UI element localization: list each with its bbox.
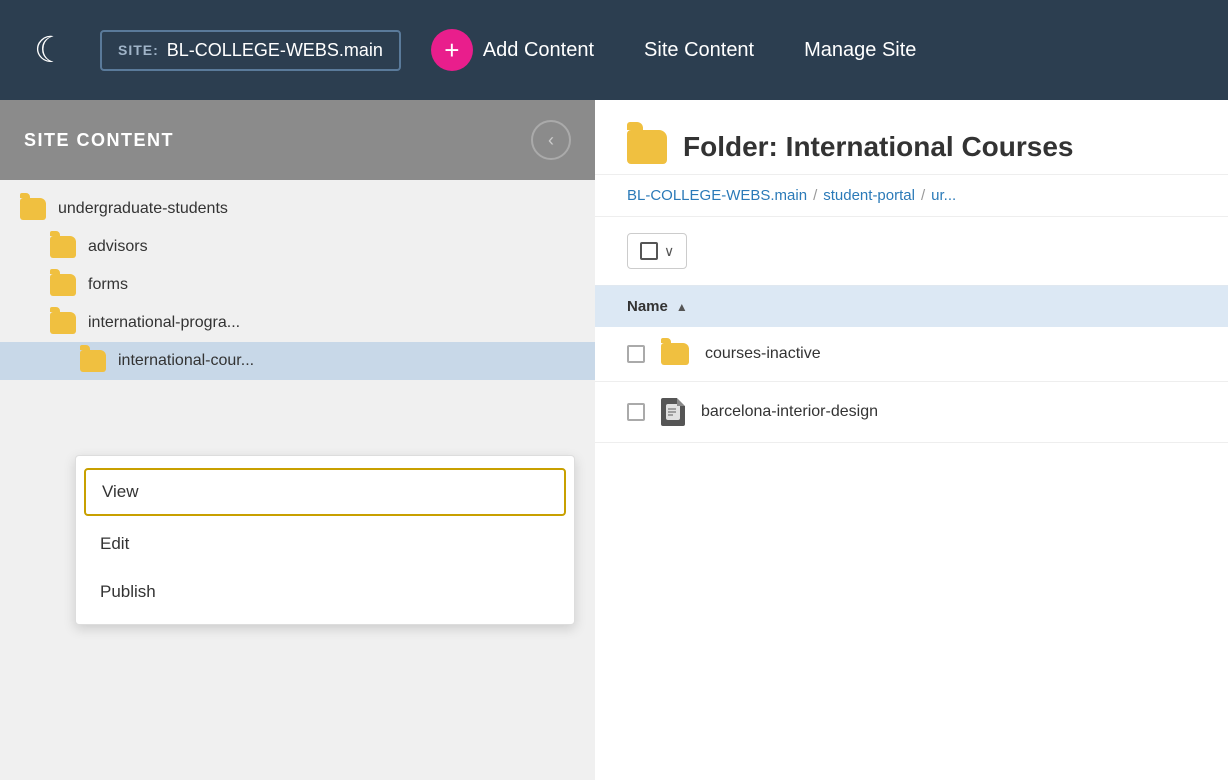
tree-item-advisors[interactable]: advisors xyxy=(0,228,595,266)
tree-item-label: forms xyxy=(88,276,128,294)
context-menu-view[interactable]: View xyxy=(84,468,566,516)
breadcrumb-root[interactable]: BL-COLLEGE-WEBS.main xyxy=(627,187,807,204)
logo: ☽ xyxy=(20,20,80,80)
sidebar-title: SITE CONTENT xyxy=(24,130,174,151)
folder-icon xyxy=(50,236,76,258)
sidebar-header: SITE CONTENT ‹ xyxy=(0,100,595,180)
folder-header: Folder: International Courses xyxy=(595,100,1228,175)
row-name: barcelona-interior-design xyxy=(701,403,878,421)
select-all-dropdown[interactable]: ∨ xyxy=(627,233,687,269)
main-area: SITE CONTENT ‹ undergraduate-students ad… xyxy=(0,100,1228,780)
context-menu-publish[interactable]: Publish xyxy=(76,568,574,616)
row-folder-icon xyxy=(661,343,689,365)
breadcrumb-current: ur... xyxy=(931,187,956,204)
row-checkbox[interactable] xyxy=(627,345,645,363)
tree-item-label: undergraduate-students xyxy=(58,200,228,218)
folder-icon xyxy=(50,274,76,296)
table-row[interactable]: courses-inactive xyxy=(595,327,1228,382)
folder-title: Folder: International Courses xyxy=(683,131,1074,163)
tree-item-label: international-progra... xyxy=(88,314,240,332)
breadcrumb: BL-COLLEGE-WEBS.main / student-portal / … xyxy=(595,175,1228,217)
tree-item-international-programs[interactable]: international-progra... xyxy=(0,304,595,342)
folder-icon xyxy=(20,198,46,220)
top-nav: ☽ SITE: BL-COLLEGE-WEBS.main + Add Conte… xyxy=(0,0,1228,100)
tree-item-undergraduate-students[interactable]: undergraduate-students xyxy=(0,190,595,228)
tree-item-forms[interactable]: forms xyxy=(0,266,595,304)
name-column-header[interactable]: Name xyxy=(627,298,668,315)
right-panel: Folder: International Courses BL-COLLEGE… xyxy=(595,100,1228,780)
tree-item-international-courses[interactable]: international-cour... xyxy=(0,342,595,380)
chevron-left-icon: ‹ xyxy=(548,130,554,151)
logo-icon: ☽ xyxy=(34,29,66,71)
select-all-checkbox[interactable] xyxy=(640,242,658,260)
sort-arrow-icon: ▲ xyxy=(676,300,688,314)
sidebar: SITE CONTENT ‹ undergraduate-students ad… xyxy=(0,100,595,780)
site-name: BL-COLLEGE-WEBS.main xyxy=(167,40,383,61)
row-checkbox[interactable] xyxy=(627,403,645,421)
manage-site-nav[interactable]: Manage Site xyxy=(804,39,916,62)
row-file-icon xyxy=(661,398,685,426)
tree-item-label: international-cour... xyxy=(118,352,254,370)
collapse-button[interactable]: ‹ xyxy=(531,120,571,160)
breadcrumb-sep-2: / xyxy=(921,187,925,204)
add-content-label: Add Content xyxy=(483,39,594,62)
toolbar-row: ∨ xyxy=(595,217,1228,286)
breadcrumb-sep-1: / xyxy=(813,187,817,204)
table-header: Name ▲ xyxy=(595,286,1228,327)
site-content-nav[interactable]: Site Content xyxy=(644,39,754,62)
folder-icon xyxy=(50,312,76,334)
site-selector[interactable]: SITE: BL-COLLEGE-WEBS.main xyxy=(100,30,401,71)
site-label: SITE: xyxy=(118,42,159,58)
dropdown-arrow-icon: ∨ xyxy=(664,243,674,260)
folder-header-icon xyxy=(627,130,667,164)
row-name: courses-inactive xyxy=(705,345,821,363)
context-menu: View Edit Publish xyxy=(75,455,575,625)
folder-icon xyxy=(80,350,106,372)
context-menu-edit[interactable]: Edit xyxy=(76,520,574,568)
table-row[interactable]: barcelona-interior-design xyxy=(595,382,1228,443)
breadcrumb-student-portal[interactable]: student-portal xyxy=(823,187,915,204)
plus-icon: + xyxy=(431,29,473,71)
add-content-button[interactable]: + Add Content xyxy=(431,29,594,71)
tree-item-label: advisors xyxy=(88,238,148,256)
